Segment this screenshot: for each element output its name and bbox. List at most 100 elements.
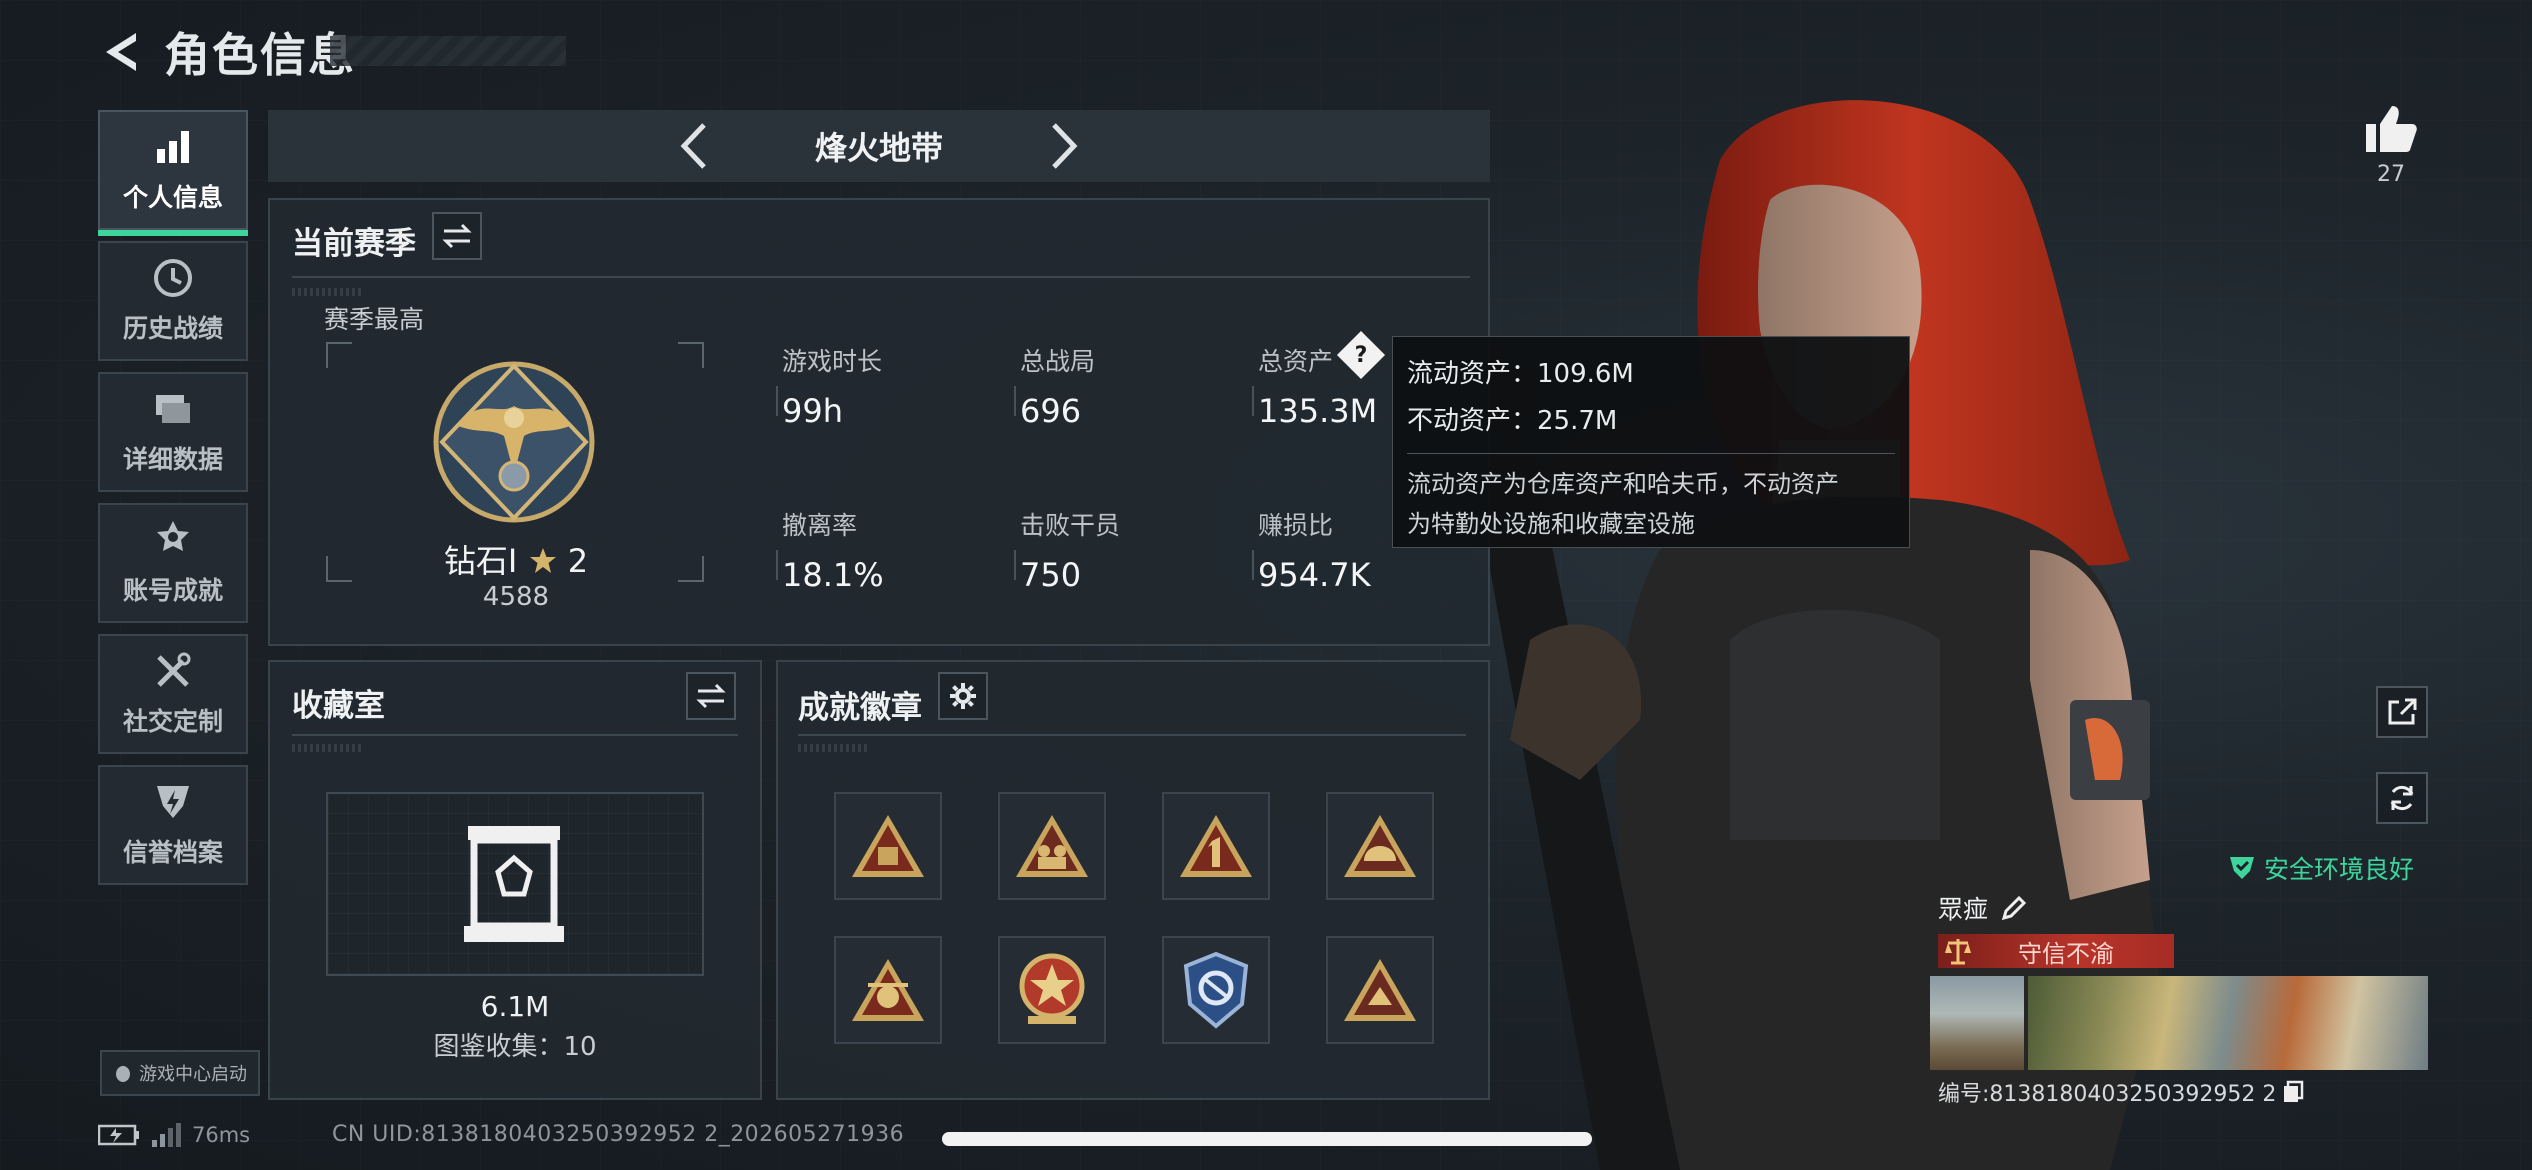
title-decoration xyxy=(330,36,566,66)
stat-bar xyxy=(1014,550,1016,580)
season-best-label: 赛季最高 xyxy=(324,305,425,334)
stat-bar xyxy=(1252,386,1254,416)
achievement-badge[interactable] xyxy=(998,792,1106,900)
side-nav: 个人信息 历史战绩 详细数据 账号成就 社交定制 信誉档案 xyxy=(98,110,248,896)
stat-value: 135.3M xyxy=(1258,392,1378,430)
stat-label: 游戏时长 xyxy=(782,347,883,376)
rank-name: 钻石I 2 xyxy=(436,536,596,582)
achievement-badge[interactable] xyxy=(834,936,942,1044)
shield-bolt-icon xyxy=(152,781,194,823)
stat-value: 99h xyxy=(782,392,843,430)
next-mode-button[interactable] xyxy=(1019,110,1109,182)
stat-extract-rate: 撤离率 18.1% xyxy=(776,506,884,594)
stat-value: 18.1% xyxy=(782,556,884,594)
asset-tooltip: 流动资产：109.6M 不动资产：25.7M 流动资产为仓库资产和哈夫币，不动资… xyxy=(1392,336,1910,548)
vault-display-case-icon xyxy=(464,826,564,942)
game-center-launch-button[interactable]: 游戏中心启动 xyxy=(100,1050,260,1096)
folders-icon xyxy=(152,388,194,430)
triangle-skull-badge-icon xyxy=(852,959,924,1021)
diamond-rank-emblem xyxy=(433,361,595,523)
divider xyxy=(798,734,1466,736)
stat-total-matches: 总战局 696 xyxy=(1014,342,1095,430)
chevron-left-icon xyxy=(680,123,706,169)
chevron-right-icon xyxy=(1052,123,1078,169)
collection-switch-button[interactable] xyxy=(686,672,736,720)
liquid-assets: 流动资产：109.6M xyxy=(1407,359,1634,389)
thumbs-up-icon xyxy=(2366,106,2417,152)
micro-decoration xyxy=(292,744,362,752)
player-name-row: 眾痖 xyxy=(1938,890,2028,926)
medal-icon xyxy=(152,519,194,561)
rank-score: 4588 xyxy=(482,582,550,612)
tools-icon xyxy=(152,650,194,692)
launch-label: 游戏中心启动 xyxy=(139,1064,247,1085)
nav-item-label: 个人信息 xyxy=(122,183,223,212)
achievements-title: 成就徽章 xyxy=(798,690,922,726)
frame-corner xyxy=(678,342,704,368)
share-icon xyxy=(2388,698,2417,725)
achievement-badge[interactable] xyxy=(1162,792,1270,900)
shield-check-icon xyxy=(2230,857,2254,879)
nav-item-personal-info[interactable]: 个人信息 xyxy=(98,110,248,236)
vault-count: 图鉴收集：10 xyxy=(433,1032,597,1062)
mode-selector: 烽火地带 xyxy=(268,110,1490,182)
edit-name-icon[interactable] xyxy=(2000,894,2028,922)
player-uid: 编号:8138180403250392952 2 xyxy=(1938,1082,2277,1107)
nav-item-label: 历史战绩 xyxy=(122,314,223,343)
achievements-settings-button[interactable] xyxy=(938,672,988,720)
player-uid-row: 编号:8138180403250392952 2 xyxy=(1938,1076,2304,1108)
achievement-badge[interactable] xyxy=(1326,936,1434,1044)
refresh-button[interactable] xyxy=(2376,772,2428,824)
prev-mode-button[interactable] xyxy=(649,110,739,182)
stat-bar xyxy=(776,386,778,416)
achievement-badge[interactable] xyxy=(1326,792,1434,900)
triangle-number-one-badge-icon xyxy=(1180,815,1252,877)
stat-value: 696 xyxy=(1020,392,1082,430)
achievement-badge[interactable] xyxy=(1162,936,1270,1044)
nav-item-achievements[interactable]: 账号成就 xyxy=(98,503,248,623)
frame-corner xyxy=(326,556,352,582)
stat-operators-defeated: 击败干员 750 xyxy=(1014,506,1120,594)
share-button[interactable] xyxy=(2376,686,2428,738)
season-switch-button[interactable] xyxy=(432,212,482,260)
copy-icon[interactable] xyxy=(2282,1080,2304,1104)
gear-icon xyxy=(950,683,976,709)
reputation-banner[interactable]: 守信不渝 xyxy=(1938,934,2174,968)
stat-value: 750 xyxy=(1020,556,1082,594)
battery-icon xyxy=(98,1124,139,1146)
tooltip-note-line-2: 为特勤处设施和收藏室设施 xyxy=(1407,510,1695,538)
triangle-crate-badge-icon xyxy=(852,815,924,877)
triangle-hands-badge-icon xyxy=(1344,959,1416,1021)
blue-shield-badge-icon xyxy=(1183,951,1249,1029)
star-medal-badge-icon xyxy=(1019,953,1085,1024)
stat-value: 954.7K xyxy=(1258,556,1371,594)
nav-item-social-custom[interactable]: 社交定制 xyxy=(98,634,248,754)
avatar[interactable] xyxy=(1930,976,2024,1070)
micro-decoration xyxy=(798,744,868,752)
stat-profit-loss: 赚损比 954.7K xyxy=(1252,506,1371,594)
profile-banner xyxy=(2028,976,2428,1070)
nav-item-label: 详细数据 xyxy=(122,445,223,474)
stat-bar xyxy=(776,550,778,580)
refresh-icon xyxy=(2390,785,2414,811)
collection-title: 收藏室 xyxy=(292,688,385,724)
home-indicator[interactable] xyxy=(942,1132,1592,1146)
header: 角色信息 xyxy=(98,22,356,82)
achievement-badge[interactable] xyxy=(834,792,942,900)
scales-icon xyxy=(1938,934,1978,968)
achievement-badge[interactable] xyxy=(998,936,1106,1044)
nav-item-detailed-data[interactable]: 详细数据 xyxy=(98,372,248,492)
ping-value: 76ms xyxy=(192,1123,251,1147)
triangle-helmet-badge-icon xyxy=(1344,815,1416,877)
swap-icon xyxy=(696,683,726,709)
back-button[interactable] xyxy=(98,25,146,79)
like-button[interactable]: 27 xyxy=(2356,104,2426,187)
nav-item-reputation[interactable]: 信誉档案 xyxy=(98,765,248,885)
micro-decoration xyxy=(292,288,362,296)
stat-bar xyxy=(1252,550,1254,580)
vault-value: 6.1M xyxy=(480,990,550,1023)
player-card: 眾痖 守信不渝 编号:8138180403250392952 2 xyxy=(1930,890,2428,1108)
nav-item-match-history[interactable]: 历史战绩 xyxy=(98,241,248,361)
fixed-assets: 不动资产：25.7M xyxy=(1407,406,1618,436)
star-icon xyxy=(529,548,556,573)
